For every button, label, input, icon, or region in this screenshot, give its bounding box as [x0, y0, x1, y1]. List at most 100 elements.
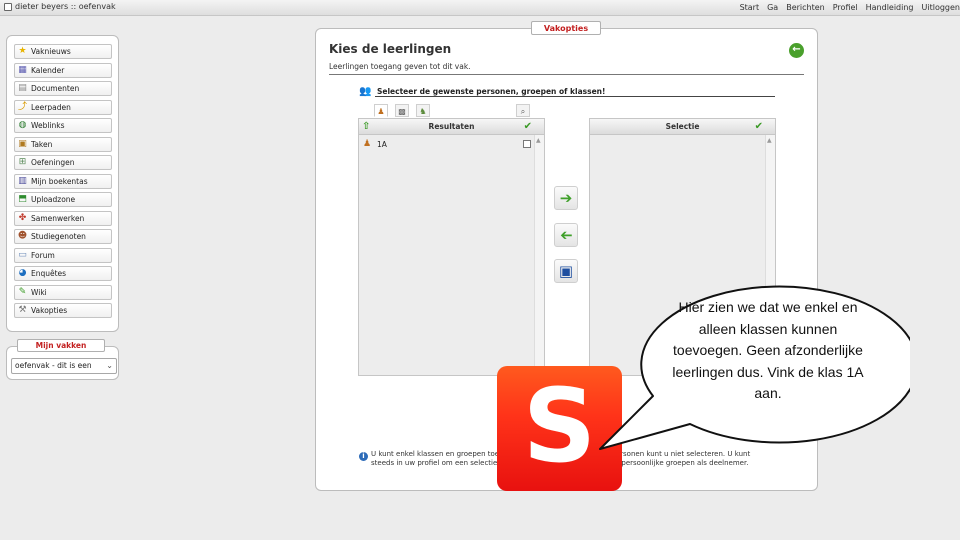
filter-groups-tab[interactable]: ▩ — [395, 104, 409, 117]
list-item[interactable]: ♟ 1A — [360, 137, 534, 151]
tab-vakopties[interactable]: Vakopties — [531, 21, 601, 35]
arrow-left-icon: ➔ — [559, 226, 573, 244]
upload-icon: ⬒ — [18, 194, 27, 204]
survey-icon: ◕ — [18, 268, 27, 278]
sidebar-item-documenten[interactable]: ▤ Documenten — [14, 81, 112, 96]
course-select-value: oefenvak - dit is een — [15, 361, 92, 370]
selection-header: Selectie ✔ — [590, 119, 775, 135]
class-group-icon: ♟ — [362, 139, 372, 149]
scroll-up-icon[interactable]: ▲ — [536, 137, 541, 144]
save-button[interactable]: ▣ — [554, 259, 578, 283]
search-tab[interactable]: ⌕ — [516, 104, 530, 117]
course-select[interactable]: oefenvak - dit is een ⌄ — [11, 358, 117, 374]
sidebar-item-taken[interactable]: ▣ Taken — [14, 137, 112, 152]
sidebar-item-samenwerken[interactable]: ✤ Samenwerken — [14, 211, 112, 226]
sidebar-item-label: Vaknieuws — [31, 47, 71, 56]
wiki-icon: ✎ — [18, 287, 27, 297]
group-icon: ▩ — [398, 107, 406, 116]
title-divider — [329, 74, 804, 75]
results-header-label: Resultaten — [428, 122, 475, 131]
people-icon: 👥 — [359, 86, 372, 97]
sidebar-item-kalender[interactable]: ▦ Kalender — [14, 63, 112, 78]
class-group-icon: ♟ — [377, 107, 385, 116]
classmates-icon: ☻ — [17, 231, 28, 241]
arrow-right-icon: ➔ — [559, 189, 573, 207]
sidebar-item-enquetes[interactable]: ◕ Enquêtes — [14, 266, 112, 281]
arrow-left-icon: ← — [792, 44, 801, 55]
save-icon: ▣ — [558, 262, 574, 280]
arrow-up-icon[interactable]: ⇧ — [362, 119, 370, 134]
selection-header-label: Selectie — [665, 122, 700, 131]
results-header: ⇧ Resultaten ✔ — [359, 119, 544, 135]
page-title: Kies de leerlingen — [329, 42, 452, 56]
info-icon: i — [359, 452, 368, 461]
nav-berichten[interactable]: Berichten — [786, 3, 825, 12]
sidebar-item-label: Samenwerken — [31, 214, 85, 223]
window-icon — [4, 2, 12, 11]
sidebar-item-label: Documenten — [31, 84, 80, 93]
sidebar-item-label: Taken — [31, 140, 53, 149]
tasks-icon: ▣ — [18, 139, 27, 149]
sidebar-item-label: Forum — [31, 251, 55, 260]
star-icon: ★ — [18, 46, 27, 56]
sidebar-item-mijn-boekentas[interactable]: ▥ Mijn boekentas — [14, 174, 112, 189]
scroll-up-icon[interactable]: ▲ — [767, 137, 772, 144]
sidebar-item-studiegenoten[interactable]: ☻ Studiegenoten — [14, 229, 112, 244]
nav-profiel[interactable]: Profiel — [833, 3, 858, 12]
path-icon: ⤴ — [17, 102, 27, 112]
sidebar-item-wiki[interactable]: ✎ Wiki — [14, 285, 112, 300]
select-all-check-icon[interactable]: ✔ — [524, 119, 532, 134]
sidebar-item-leerpaden[interactable]: ⤴ Leerpaden — [14, 100, 112, 115]
sidebar-item-label: Weblinks — [31, 121, 65, 130]
sidebar-item-label: Vakopties — [31, 306, 68, 315]
search-icon: ⌕ — [520, 107, 526, 116]
exercise-icon: ⊞ — [18, 157, 27, 167]
list-item-label: 1A — [377, 139, 387, 149]
nav-uitloggen[interactable]: Uitloggen — [922, 3, 960, 12]
calendar-icon: ▦ — [18, 65, 27, 75]
sidebar-item-label: Mijn boekentas — [31, 177, 88, 186]
chevron-down-icon: ⌄ — [106, 361, 113, 370]
sidebar-item-label: Wiki — [31, 288, 47, 297]
sidebar: ★ Vaknieuws ▦ Kalender ▤ Documenten ⤴ Le… — [6, 35, 119, 332]
app-title: dieter beyers :: oefenvak — [4, 2, 116, 11]
collaborate-icon: ✤ — [18, 213, 27, 223]
results-scrollbar[interactable]: ▲ ▼ — [534, 135, 544, 375]
globe-link-icon: ◍ — [18, 120, 27, 130]
filter-classes-tab[interactable]: ♟ — [374, 104, 388, 117]
sidebar-item-label: Studiegenoten — [31, 232, 86, 241]
sidebar-item-label: Uploadzone — [31, 195, 76, 204]
persons-icon: ♞ — [419, 107, 427, 116]
sidebar-item-label: Enquêtes — [31, 269, 67, 278]
results-panel: ⇧ Resultaten ✔ ♟ 1A ▲ ▼ — [358, 118, 545, 376]
forum-icon: ▭ — [18, 250, 27, 260]
sidebar-item-label: Leerpaden — [31, 103, 71, 112]
back-button[interactable]: ← — [789, 43, 804, 58]
filter-persons-tab[interactable]: ♞ — [416, 104, 430, 117]
document-icon: ▤ — [18, 83, 27, 93]
sidebar-item-weblinks[interactable]: ◍ Weblinks — [14, 118, 112, 133]
select-heading: Selecteer de gewenste personen, groepen … — [377, 87, 606, 96]
remove-from-selection-button[interactable]: ➔ — [554, 223, 578, 247]
sidebar-item-label: Kalender — [31, 66, 65, 75]
select-divider — [375, 96, 775, 97]
select-all-check-icon[interactable]: ✔ — [755, 119, 763, 134]
row-checkbox[interactable] — [523, 140, 531, 148]
top-bar: dieter beyers :: oefenvak Start Ga Beric… — [0, 0, 960, 16]
sidebar-item-oefeningen[interactable]: ⊞ Oefeningen — [14, 155, 112, 170]
sidebar-item-forum[interactable]: ▭ Forum — [14, 248, 112, 263]
page-subtitle: Leerlingen toegang geven tot dit vak. — [329, 62, 471, 71]
nav-ga[interactable]: Ga — [767, 3, 778, 12]
sidebar-item-vaknieuws[interactable]: ★ Vaknieuws — [14, 44, 112, 59]
app-title-text: dieter beyers :: oefenvak — [15, 2, 116, 11]
speech-bubble-text: Hier zien we dat we enkel en alleen klas… — [672, 299, 864, 401]
top-nav: Start Ga Berichten Profiel Handleiding U… — [740, 3, 960, 12]
sidebar-item-vakopties[interactable]: ⚒ Vakopties — [14, 303, 112, 318]
nav-start[interactable]: Start — [740, 3, 760, 12]
sidebar-item-label: Oefeningen — [31, 158, 75, 167]
sidebar-item-uploadzone[interactable]: ⬒ Uploadzone — [14, 192, 112, 207]
nav-handleiding[interactable]: Handleiding — [866, 3, 914, 12]
add-to-selection-button[interactable]: ➔ — [554, 186, 578, 210]
bookbag-icon: ▥ — [18, 176, 27, 186]
wrench-icon: ⚒ — [18, 305, 27, 315]
